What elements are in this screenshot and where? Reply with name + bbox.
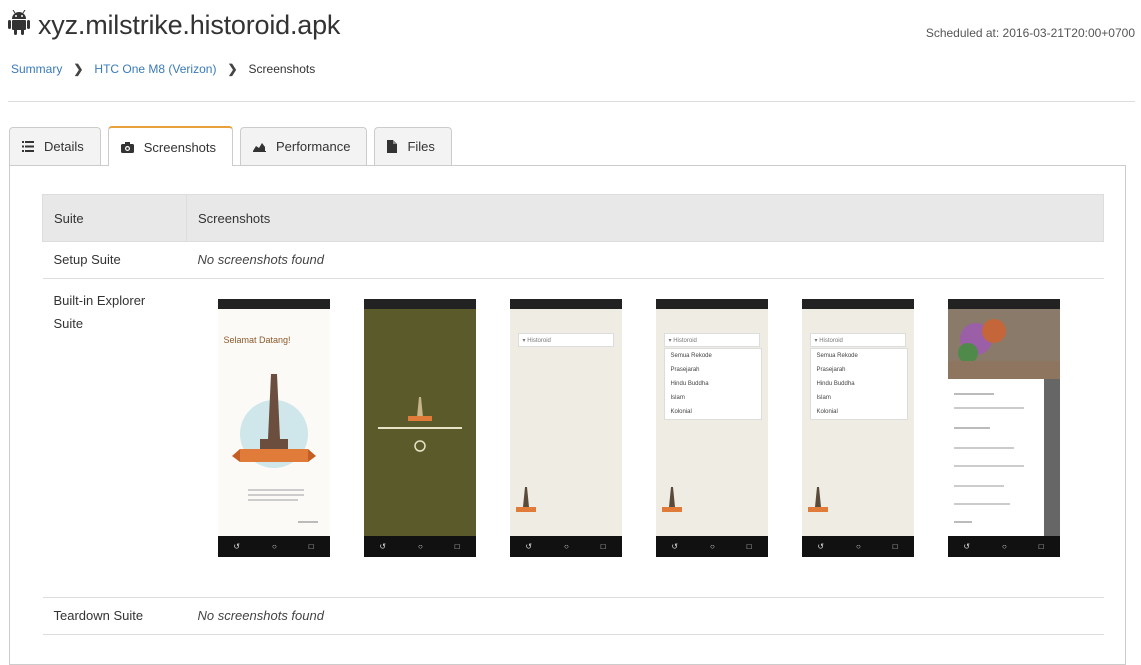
app-header: xyz.milstrike.historoid.apk (8, 9, 341, 41)
phone-nav-bar: ↺ ○ □ (509, 536, 622, 557)
chevron-right-icon: ❯ (73, 62, 84, 76)
suites-table: Suite Screenshots Setup Suite No screens… (42, 194, 1104, 635)
screenshot-thumbnail[interactable]: ↺ ○ □ (363, 299, 476, 557)
small-monument (807, 487, 828, 512)
drawer-illustration (947, 309, 1060, 536)
breadcrumb: Summary ❯ HTC One M8 (Verizon) ❯ Screens… (11, 62, 315, 76)
screenshot-thumbnail[interactable]: ▾ Historoid Semua Rekode Prasejarah Hind… (801, 299, 914, 557)
screenshot-thumbnail[interactable]: ↺ ○ □ (947, 299, 1060, 557)
screenshot-strip: Selamat Datang! ↺ ○ □ ↺ ○ □ ▾ Historoid … (198, 279, 1093, 557)
loading-illustration (377, 397, 462, 452)
phone-status-bar (801, 299, 914, 309)
tab-details[interactable]: Details (9, 127, 101, 165)
phone-status-bar (509, 299, 622, 309)
phone-status-bar (947, 299, 1060, 309)
header-suite: Suite (42, 194, 187, 242)
tab-bar: Details Screenshots Performance Files (9, 126, 459, 166)
header-divider (8, 101, 1135, 102)
camera-icon (120, 141, 134, 153)
android-icon (8, 9, 30, 41)
suite-name: Teardown Suite (42, 597, 187, 635)
breadcrumb-current: Screenshots (248, 62, 316, 76)
table-row: Built-in Explorer Suite Selamat Datang! (42, 278, 1104, 598)
breadcrumb-summary[interactable]: Summary (11, 62, 62, 76)
suite-name: Setup Suite (42, 241, 187, 279)
chart-icon (253, 142, 267, 152)
tab-files[interactable]: Files (374, 127, 452, 165)
phone-nav-bar: ↺ ○ □ (363, 536, 476, 557)
header-screenshots: Screenshots (186, 194, 1104, 242)
screenshot-thumbnail[interactable]: ▾ Historoid Semua Rekode Prasejarah Hind… (655, 299, 768, 557)
tab-performance-label: Performance (276, 139, 351, 154)
no-screenshots-text: No screenshots found (186, 597, 1104, 635)
file-icon (387, 140, 398, 153)
no-screenshots-text: No screenshots found (186, 241, 1104, 279)
phone-status-bar (655, 299, 768, 309)
small-monument (661, 487, 682, 512)
table-row: Teardown Suite No screenshots found (42, 597, 1104, 635)
phone-nav-bar: ↺ ○ □ (655, 536, 768, 557)
tab-performance[interactable]: Performance (240, 127, 368, 165)
list-icon (22, 141, 34, 152)
chevron-right-icon: ❯ (227, 62, 238, 76)
screenshot-thumbnail[interactable]: Selamat Datang! ↺ ○ □ (217, 299, 330, 557)
scheduled-time: Scheduled at: 2016-03-21T20:00+0700 (925, 26, 1135, 40)
breadcrumb-device[interactable]: HTC One M8 (Verizon) (94, 62, 216, 76)
phone-status-bar (363, 299, 476, 309)
small-monument (515, 487, 536, 512)
screenshot-thumbnail[interactable]: ▾ Historoid ↺ ○ □ (509, 299, 622, 557)
phone-nav-bar: ↺ ○ □ (947, 536, 1060, 557)
app-title: xyz.milstrike.historoid.apk (38, 10, 341, 40)
suite-name: Built-in Explorer Suite (42, 278, 187, 598)
tab-screenshots-label: Screenshots (143, 139, 217, 155)
phone-status-bar (217, 299, 330, 309)
screenshots-cell: Selamat Datang! ↺ ○ □ ↺ ○ □ ▾ Historoid … (186, 278, 1104, 598)
monument-illustration (231, 374, 318, 523)
table-row: Setup Suite No screenshots found (42, 241, 1104, 279)
phone-nav-bar: ↺ ○ □ (801, 536, 914, 557)
tab-details-label: Details (44, 139, 84, 154)
tab-files-label: Files (407, 139, 435, 154)
screenshots-panel: Suite Screenshots Setup Suite No screens… (9, 165, 1126, 665)
phone-nav-bar: ↺ ○ □ (217, 536, 330, 557)
tab-screenshots[interactable]: Screenshots (107, 126, 234, 166)
